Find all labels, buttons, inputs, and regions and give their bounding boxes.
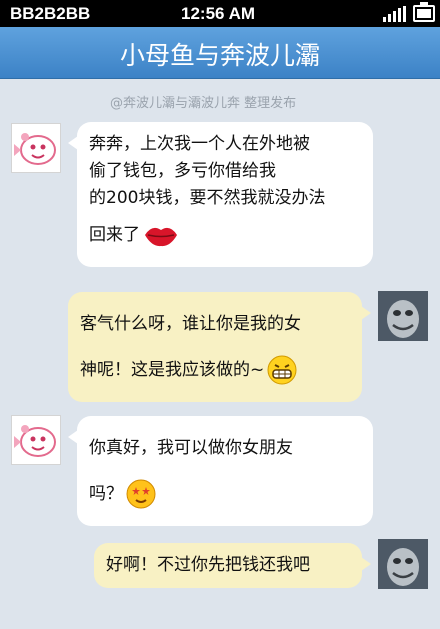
red-lips-icon [145, 227, 177, 247]
message-line: 回来了 [89, 225, 140, 245]
message-line: 客气什么呀，谁让你是我的女 [80, 314, 301, 334]
starry-eyed-emoji-icon [126, 479, 156, 509]
message-line: 你真好，我可以做你女朋友 [89, 438, 293, 458]
message-line-with-emoji: 回来了 [89, 212, 361, 258]
pink-cartoon-fish-avatar[interactable] [11, 415, 61, 465]
message-line: 的200块钱，要不然我就没办法 [89, 188, 326, 208]
signal-bars-icon [383, 6, 406, 22]
message-line: 好啊！不过你先把钱还我吧 [106, 555, 310, 575]
message-bubble-outgoing: 客气什么呀，谁让你是我的女 神呢！这是我应该做的~ [68, 292, 371, 402]
message-line-with-emoji: 吗？ [89, 471, 361, 517]
message-line: 奔奔，上次我一个人在外地被 [89, 134, 310, 154]
message-line-with-emoji: 神呢！这是我应该做的~ [80, 347, 350, 393]
message-bubble-incoming: 奔奔，上次我一个人在外地被 偷了钱包，多亏你借给我 的200块钱，要不然我就没办… [68, 122, 373, 267]
carrier-label: BB2B2BB [10, 4, 91, 23]
status-bar: BB2B2BB 12:56 AM [0, 0, 440, 27]
message-line: 偷了钱包，多亏你借给我 [89, 161, 276, 181]
page-title: 小母鱼与奔波儿灞 [119, 41, 320, 70]
message-line: 神呢！这是我应该做的~ [80, 360, 265, 380]
grey-fish-monster-avatar[interactable] [378, 291, 428, 341]
pink-cartoon-fish-avatar[interactable] [11, 123, 61, 173]
title-bar: 小母鱼与奔波儿灞 [0, 27, 440, 79]
grey-fish-monster-avatar[interactable] [378, 539, 428, 589]
message-bubble-outgoing: 好啊！不过你先把钱还我吧 [94, 543, 371, 588]
battery-full-icon [413, 2, 435, 22]
message-bubble-incoming: 你真好，我可以做你女朋友 吗？ [68, 416, 373, 526]
watermark-text: @奔波儿灞与灞波儿奔 整理发布 [110, 96, 297, 111]
grin-emoji-icon [267, 355, 297, 385]
clock: 12:56 AM [181, 4, 256, 23]
message-line: 吗？ [89, 484, 123, 504]
